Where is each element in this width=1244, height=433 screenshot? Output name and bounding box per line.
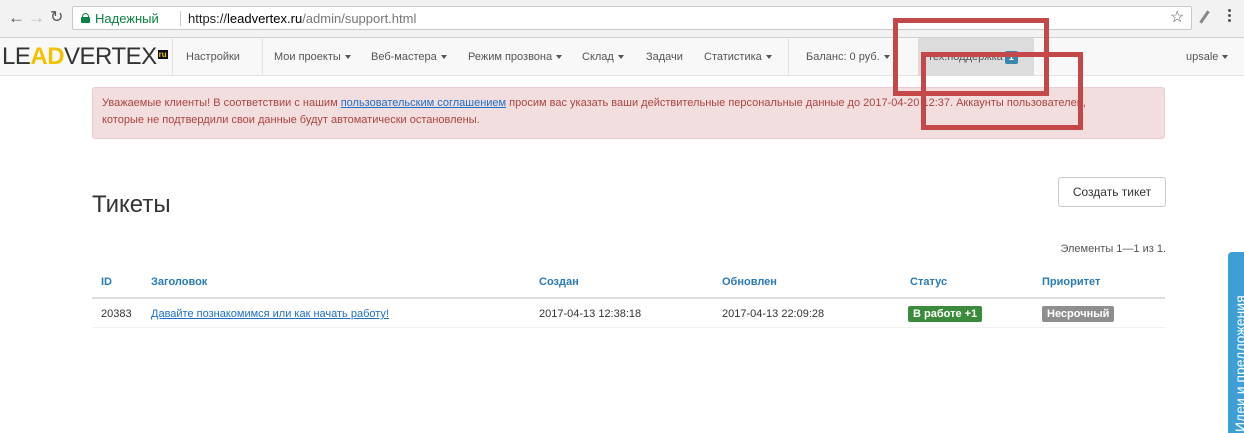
status-badge: В работе +1 xyxy=(908,306,983,322)
column-header-priority[interactable]: Приоритет xyxy=(1042,276,1100,288)
chevron-down-icon xyxy=(556,55,563,60)
chevron-down-icon xyxy=(344,55,351,60)
column-header-updated[interactable]: Обновлен xyxy=(722,276,777,288)
address-separator xyxy=(180,11,181,26)
column-header-title[interactable]: Заголовок xyxy=(151,276,207,288)
table-header-rule xyxy=(92,297,1165,299)
nav-my-projects[interactable]: Мои проекты xyxy=(274,50,351,64)
user-agreement-link[interactable]: пользовательским соглашением xyxy=(341,97,506,109)
url-path: /admin/support.html xyxy=(302,11,417,26)
browser-toolbar: ← → ↻ Надежный https://leadvertex.ru/adm… xyxy=(0,0,1244,38)
chevron-down-icon xyxy=(765,55,772,60)
url-text[interactable]: https://leadvertex.ru/admin/support.html xyxy=(188,11,416,26)
ticket-title-link[interactable]: Давайте познакомимся или как начать рабо… xyxy=(151,308,389,320)
nav-divider xyxy=(788,38,789,76)
annotation-box xyxy=(921,52,1083,130)
secure-label: Надежный xyxy=(95,11,159,26)
nav-settings[interactable]: Настройки xyxy=(186,50,240,64)
ticket-id: 20383 xyxy=(101,308,132,320)
nav-divider xyxy=(172,38,173,76)
ticket-priority-cell: Несрочный xyxy=(1042,306,1115,322)
menu-icon[interactable] xyxy=(1228,9,1231,24)
chevron-down-icon xyxy=(883,55,890,60)
ticket-status-cell: В работе +1 xyxy=(908,306,983,322)
star-icon[interactable]: ☆ xyxy=(1170,7,1184,27)
extension-icon[interactable] xyxy=(1198,10,1212,24)
column-header-id[interactable]: ID xyxy=(101,276,112,288)
chevron-down-icon xyxy=(1222,55,1229,60)
nav-statistics[interactable]: Статистика xyxy=(704,50,772,64)
create-ticket-button[interactable]: Создать тикет xyxy=(1058,177,1166,207)
brand-logo[interactable]: LEADVERTEX ru xyxy=(2,45,168,69)
ideas-feedback-label: Идеи и предложения xyxy=(1232,295,1244,432)
nav-call-mode[interactable]: Режим прозвона xyxy=(468,50,563,64)
url-scheme: https:// xyxy=(188,11,228,26)
chevron-down-icon xyxy=(440,55,447,60)
nav-webmasters[interactable]: Веб-мастера xyxy=(371,50,447,64)
forward-icon[interactable]: → xyxy=(28,9,45,26)
nav-warehouse[interactable]: Склад xyxy=(582,50,624,64)
nav-upsale[interactable]: upsale xyxy=(1186,50,1229,64)
url-host: leadvertex.ru xyxy=(227,11,303,26)
reload-icon[interactable]: ↻ xyxy=(50,9,63,26)
nav-tasks[interactable]: Задачи xyxy=(646,50,683,64)
lock-icon xyxy=(81,13,90,23)
row-divider xyxy=(92,327,1165,328)
chevron-down-icon xyxy=(617,55,624,60)
nav-divider xyxy=(262,38,263,76)
ideas-feedback-tab[interactable]: Идеи и предложения xyxy=(1228,252,1244,433)
column-header-created[interactable]: Создан xyxy=(539,276,579,288)
column-header-status[interactable]: Статус xyxy=(910,276,947,288)
nav-balance[interactable]: Баланс: 0 руб. xyxy=(806,50,890,64)
priority-badge: Несрочный xyxy=(1042,306,1115,322)
ticket-updated: 2017-04-13 22:09:28 xyxy=(722,308,825,320)
page-title: Тикеты xyxy=(92,191,171,218)
pagination-summary: Элементы 1—1 из 1. xyxy=(1060,243,1166,255)
back-icon[interactable]: ← xyxy=(8,9,25,26)
ticket-title-cell: Давайте познакомимся или как начать рабо… xyxy=(151,308,389,320)
ticket-created: 2017-04-13 12:38:18 xyxy=(539,308,642,320)
